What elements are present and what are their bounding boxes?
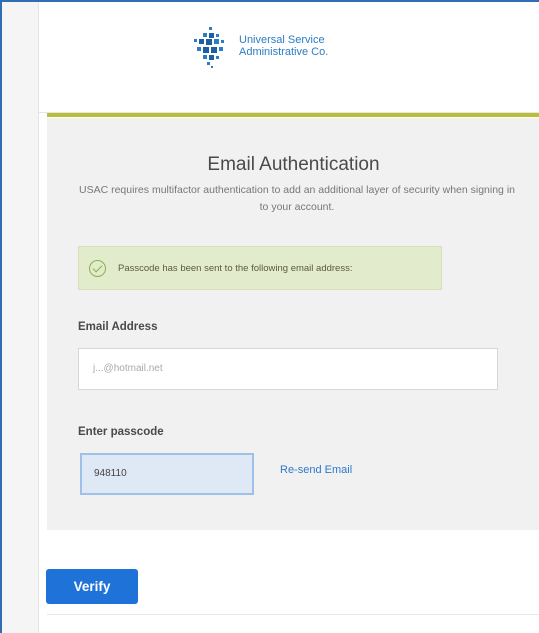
logo-line-1: Universal Service xyxy=(239,34,325,46)
success-alert: Passcode has been sent to the following … xyxy=(78,246,442,290)
email-label: Email Address xyxy=(78,321,158,333)
header: Universal Service Administrative Co. xyxy=(39,2,539,113)
logo-text: Universal Service Administrative Co. xyxy=(239,34,328,58)
auth-card: Email Authentication USAC requires multi… xyxy=(47,118,539,530)
usac-logo: Universal Service Administrative Co. xyxy=(191,26,328,70)
alert-message: Passcode has been sent to the following … xyxy=(118,262,353,274)
resend-email-link[interactable]: Re-send Email xyxy=(280,464,352,476)
email-field[interactable]: j...@hotmail.net xyxy=(78,348,498,390)
page-title: Email Authentication xyxy=(207,154,380,175)
check-circle-icon xyxy=(89,259,106,277)
page: Universal Service Administrative Co. Ema… xyxy=(38,2,539,633)
usac-logo-mark-icon xyxy=(194,27,224,68)
passcode-label: Enter passcode xyxy=(78,426,164,438)
verify-button[interactable]: Verify xyxy=(46,569,138,604)
logo-line-2: Administrative Co. xyxy=(239,46,329,58)
divider xyxy=(47,614,539,615)
accent-bar xyxy=(47,113,539,117)
passcode-input[interactable]: 948110 xyxy=(80,453,254,495)
page-subtitle: USAC requires multifactor authentication… xyxy=(79,184,515,213)
